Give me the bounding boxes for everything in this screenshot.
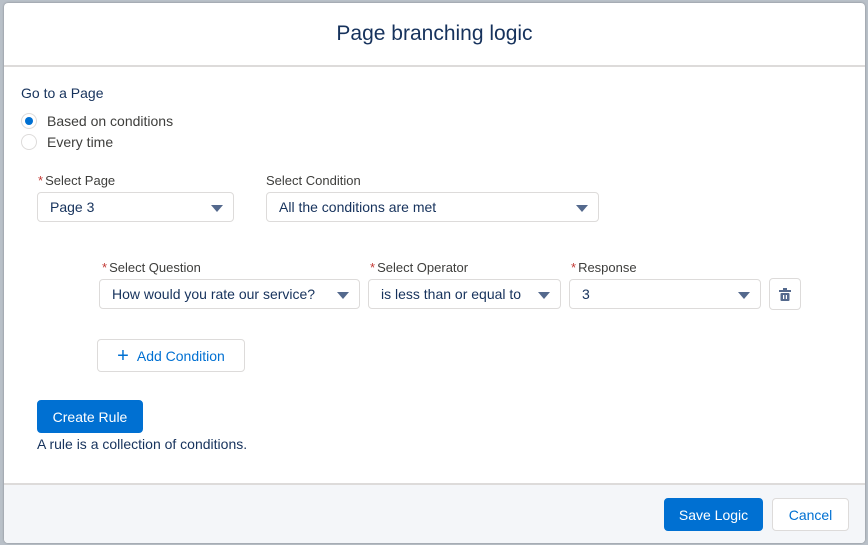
cancel-label: Cancel xyxy=(788,506,833,523)
save-logic-button[interactable]: Save Logic xyxy=(664,498,763,531)
radio-label: Every time xyxy=(47,134,114,150)
response-value: 3 xyxy=(582,286,590,302)
required-indicator: * xyxy=(571,260,577,275)
radio-based-on-conditions[interactable]: Based on conditions xyxy=(21,113,173,129)
required-indicator: * xyxy=(38,173,44,188)
radio-label: Based on conditions xyxy=(47,113,174,129)
select-operator-value: is less than or equal to xyxy=(381,286,522,302)
select-page-dropdown[interactable]: Page 3 xyxy=(37,192,234,222)
delete-condition-button[interactable] xyxy=(769,278,801,310)
chevron-down-icon xyxy=(738,292,750,299)
create-rule-label: Create Rule xyxy=(52,408,128,425)
modal-header: Page branching logic xyxy=(4,3,865,67)
chevron-down-icon xyxy=(337,292,349,299)
select-condition-value: All the conditions are met xyxy=(279,199,437,215)
select-question-value: How would you rate our service? xyxy=(112,286,316,302)
select-operator-dropdown[interactable]: is less than or equal to xyxy=(368,279,561,309)
plus-icon: + xyxy=(117,344,129,367)
select-page-label: * Select Page xyxy=(38,173,116,188)
modal-body: Go to a Page Based on conditions Every t… xyxy=(4,67,865,485)
select-question-dropdown[interactable]: How would you rate our service? xyxy=(99,279,360,309)
select-page-value: Page 3 xyxy=(50,199,95,215)
rule-helper-text: A rule is a collection of conditions. xyxy=(37,436,248,452)
response-dropdown[interactable]: 3 xyxy=(569,279,761,309)
required-indicator: * xyxy=(102,260,108,275)
required-indicator: * xyxy=(370,260,376,275)
chevron-down-icon xyxy=(538,292,550,299)
go-to-page-label: Go to a Page xyxy=(21,85,104,101)
add-condition-button[interactable]: + Add Condition xyxy=(97,339,245,372)
modal-footer: Save Logic Cancel xyxy=(4,483,865,543)
select-condition-dropdown[interactable]: All the conditions are met xyxy=(266,192,599,222)
response-label: * Response xyxy=(571,260,637,275)
radio-selected-icon xyxy=(21,113,37,129)
save-logic-label: Save Logic xyxy=(678,506,749,523)
select-operator-label: * Select Operator xyxy=(370,260,469,275)
radio-every-time[interactable]: Every time xyxy=(21,134,113,150)
modal-title: Page branching logic xyxy=(336,22,533,45)
select-question-label: * Select Question xyxy=(102,260,201,275)
trash-icon xyxy=(779,287,791,301)
chevron-down-icon xyxy=(576,205,588,212)
radio-unselected-icon xyxy=(21,134,37,150)
add-condition-label: Add Condition xyxy=(136,347,225,364)
create-rule-button[interactable]: Create Rule xyxy=(37,400,143,433)
page-branching-modal: Page branching logic Go to a Page Based … xyxy=(4,3,865,543)
select-condition-label: Select Condition xyxy=(266,173,361,188)
cancel-button[interactable]: Cancel xyxy=(772,498,849,531)
chevron-down-icon xyxy=(211,205,223,212)
